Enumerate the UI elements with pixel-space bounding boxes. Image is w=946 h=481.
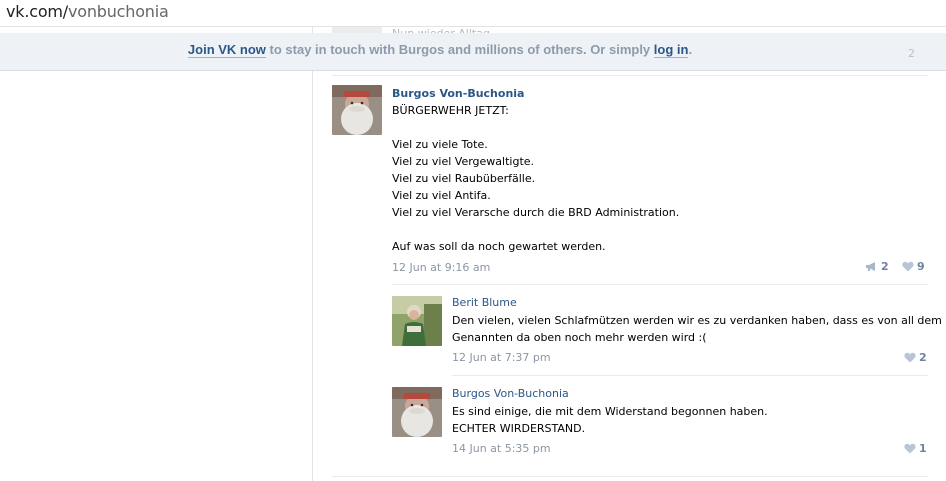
reply-like-count: 2 — [919, 351, 927, 364]
banner-message: Join VK now to stay in touch with Burgos… — [187, 42, 693, 58]
reply-like-count: 1 — [919, 442, 927, 455]
login-link[interactable]: log in — [653, 42, 689, 58]
heart-icon — [902, 261, 914, 272]
reply-avatar[interactable] — [392, 387, 442, 437]
author-avatar[interactable] — [332, 85, 382, 135]
reply-date[interactable]: 12 Jun at 7:37 pm — [452, 351, 551, 364]
post-separator — [332, 75, 928, 76]
heart-icon — [904, 352, 916, 363]
heart-icon — [904, 443, 916, 454]
share-count: 2 — [881, 260, 889, 273]
reply-like-button[interactable]: 1 — [904, 442, 927, 455]
share-button[interactable]: 2 — [865, 260, 889, 273]
reply-divider — [452, 375, 928, 376]
post-date[interactable]: 12 Jun at 9:16 am — [392, 261, 490, 274]
join-vk-link[interactable]: Join VK now — [187, 42, 266, 58]
post-bottom-divider — [332, 476, 928, 477]
join-banner: Join VK now to stay in touch with Burgos… — [0, 33, 946, 71]
megaphone-icon — [865, 261, 878, 272]
address-bar[interactable]: vk.com/vonbuchonia — [0, 0, 946, 27]
banner-ghost-count: 2 — [908, 47, 915, 60]
url-text: vk.com/vonbuchonia — [6, 2, 169, 21]
like-count: 9 — [917, 260, 925, 273]
reply-author[interactable]: Burgos Von-Buchonia — [452, 387, 569, 400]
reply-text: Den vielen, vielen Schlafmützen werden w… — [452, 314, 942, 344]
reply-avatar[interactable] — [392, 296, 442, 346]
reply-text: Es sind einige, die mit dem Widerstand b… — [452, 405, 768, 435]
post-text: BÜRGERWEHR JETZT: Viel zu viele Tote. Vi… — [392, 104, 680, 253]
replies-divider — [392, 284, 928, 285]
post-author[interactable]: Burgos Von-Buchonia — [392, 87, 524, 100]
like-button[interactable]: 9 — [902, 260, 925, 273]
reply-like-button[interactable]: 2 — [904, 351, 927, 364]
reply-date[interactable]: 14 Jun at 5:35 pm — [452, 442, 551, 455]
reply-author[interactable]: Berit Blume — [452, 296, 517, 309]
